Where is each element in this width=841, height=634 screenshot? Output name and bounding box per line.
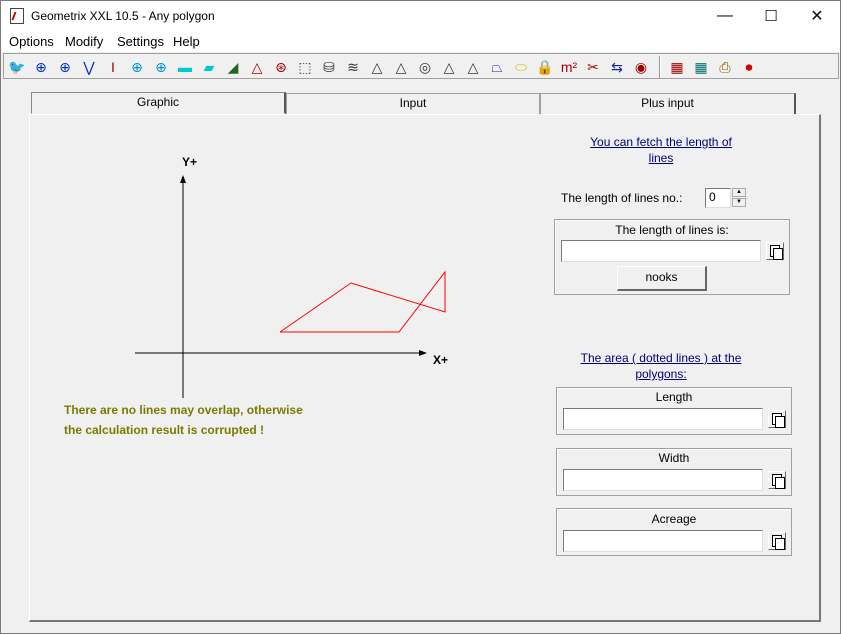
line-number-input[interactable]: 0	[705, 188, 731, 208]
rectangle-icon[interactable]: ▬	[175, 57, 195, 77]
width-group: Width	[556, 448, 792, 496]
triangle-icon[interactable]: △	[247, 57, 267, 77]
sheet-icon[interactable]: ▦	[667, 57, 687, 77]
right-triangle-icon[interactable]: ◢	[223, 57, 243, 77]
nooks-button[interactable]: nooks	[617, 266, 707, 291]
tab-graphic[interactable]: Graphic	[31, 92, 286, 114]
parallelogram-icon[interactable]: ▰	[199, 57, 219, 77]
i-beam-icon[interactable]: I	[103, 57, 123, 77]
copy-line-length-button[interactable]	[766, 242, 784, 260]
toolbar-separator	[659, 56, 661, 78]
tab-strip: Graphic Input Plus input	[31, 92, 796, 115]
line-length-field[interactable]	[561, 240, 761, 262]
pyramid-2-icon[interactable]: △	[391, 57, 411, 77]
cube-icon[interactable]: ⬚	[295, 57, 315, 77]
arrows-icon[interactable]: ⇆	[607, 57, 627, 77]
tab-plus-input[interactable]: Plus input	[540, 93, 796, 114]
pyramid-icon[interactable]: △	[367, 57, 387, 77]
graphic-panel: Y+ X+ There are no lines may overlap, ot…	[29, 114, 821, 622]
area-link[interactable]: The area ( dotted lines ) at the polygon…	[570, 350, 752, 382]
toolbar: 🐦 ⊕ ⊕ ⋁ I ⊕ ⊕ ▬ ▰ ◢ △ ⊛ ⬚ ⛁ ≋ △ △ ◎ △ △ ⏢ ⬭ 🔒 m² ✂ ⇆ ◉ ▦ ▦ ⎙ ⏺	[3, 53, 839, 79]
menu-bar: Options Modify Settings Help	[1, 31, 840, 52]
circle-cross-icon[interactable]: ⊕	[31, 57, 51, 77]
scissors-icon[interactable]: ✂	[583, 57, 603, 77]
acreage-label: Acreage	[651, 512, 697, 526]
lock-icon[interactable]: 🔒	[535, 57, 555, 77]
cylinder-icon[interactable]: ⛁	[319, 57, 339, 77]
circle-triangle-icon[interactable]: ⊛	[271, 57, 291, 77]
maximize-button[interactable]: ☐	[748, 1, 794, 31]
y-axis-label: Y+	[182, 155, 198, 169]
cone-2-icon[interactable]: △	[463, 57, 483, 77]
disc-cross-icon[interactable]: ⊕	[127, 57, 147, 77]
acreage-field[interactable]	[563, 530, 763, 552]
measure-icon[interactable]: m²	[559, 57, 579, 77]
close-button[interactable]: ✕	[794, 1, 840, 31]
line-length-group: The length of lines is: nooks	[554, 219, 790, 295]
title-bar: Geometrix XXL 10.5 - Any polygon — ☐ ✕	[1, 1, 840, 31]
menu-modify[interactable]: Modify	[65, 34, 103, 49]
line-length-label: The length of lines is:	[615, 223, 729, 237]
length-group: Length	[556, 387, 792, 435]
warning-text-line2: the calculation result is corrupted !	[64, 423, 265, 437]
y-axis-arrow	[180, 175, 186, 183]
copy-width-button[interactable]	[768, 471, 786, 489]
line-number-label: The length of lines no.:	[561, 191, 683, 205]
app-window: Geometrix XXL 10.5 - Any polygon — ☐ ✕ O…	[0, 0, 841, 634]
length-label: Length	[655, 390, 693, 404]
app-icon	[10, 8, 24, 24]
x-axis-label: X+	[433, 353, 449, 367]
line-number-down-button[interactable]: ▼	[732, 198, 746, 207]
sphere-icon[interactable]: ◎	[415, 57, 435, 77]
disc-cross-2-icon[interactable]: ⊕	[151, 57, 171, 77]
fetch-length-link[interactable]: You can fetch the length of lines	[570, 134, 752, 166]
eye-icon[interactable]: ◉	[631, 57, 651, 77]
polygon-shape	[279, 270, 446, 333]
width-field[interactable]	[563, 469, 763, 491]
copy-acreage-button[interactable]	[768, 532, 786, 550]
printer-icon[interactable]: ⎙	[715, 57, 735, 77]
stop-icon[interactable]: ⏺	[739, 57, 759, 77]
trapezoid-icon[interactable]: ⏢	[487, 57, 507, 77]
copy-length-button[interactable]	[768, 410, 786, 428]
stacked-cylinder-icon[interactable]: ≋	[343, 57, 363, 77]
minimize-button[interactable]: —	[702, 1, 748, 31]
bird-icon[interactable]: 🐦	[7, 57, 27, 77]
line-number-up-button[interactable]: ▲	[732, 188, 746, 197]
acreage-group: Acreage	[556, 508, 792, 556]
circle-cross-filled-icon[interactable]: ⊕	[55, 57, 75, 77]
calculator-icon[interactable]: ▦	[691, 57, 711, 77]
window-title: Geometrix XXL 10.5 - Any polygon	[31, 9, 215, 23]
menu-options[interactable]: Options	[9, 34, 54, 49]
ellipse-icon[interactable]: ⬭	[511, 57, 531, 77]
menu-help[interactable]: Help	[173, 34, 200, 49]
menu-settings[interactable]: Settings	[117, 34, 164, 49]
tab-input[interactable]: Input	[286, 93, 540, 114]
polygon-graphic	[135, 175, 446, 398]
graph-icon[interactable]: ⋁	[79, 57, 99, 77]
warning-text-line1: There are no lines may overlap, otherwis…	[64, 403, 303, 417]
length-field[interactable]	[563, 408, 763, 430]
width-label: Width	[658, 451, 690, 465]
x-axis-arrow	[419, 350, 427, 356]
cone-icon[interactable]: △	[439, 57, 459, 77]
